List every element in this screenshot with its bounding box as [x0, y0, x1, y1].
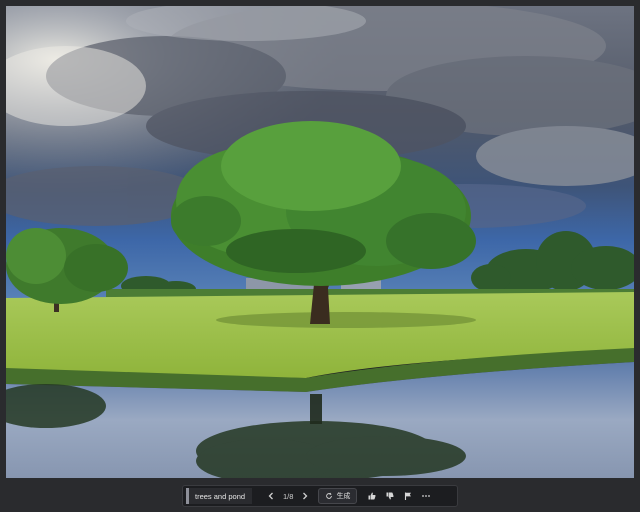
more-button[interactable] [417, 488, 435, 504]
prompt-text: trees and pond [195, 491, 246, 501]
flag-button[interactable] [399, 488, 417, 504]
image-toolbar: trees and pond 1/8 生成 [182, 485, 458, 507]
refresh-icon [326, 492, 333, 499]
like-button[interactable] [363, 488, 381, 504]
thumbs-down-icon [386, 492, 395, 500]
generate-button[interactable]: 生成 [318, 488, 358, 504]
image-viewer [6, 6, 634, 478]
prompt-chip[interactable]: trees and pond [186, 488, 252, 504]
thumbs-up-icon [368, 492, 377, 500]
flag-icon [405, 492, 412, 500]
chevron-right-icon [303, 492, 308, 500]
previous-button[interactable] [262, 488, 280, 504]
next-button[interactable] [296, 488, 314, 504]
generated-image [6, 6, 634, 478]
generate-label: 生成 [336, 493, 351, 500]
more-horizontal-icon [422, 495, 431, 497]
page-indicator: 1/8 [283, 491, 294, 501]
dislike-button[interactable] [381, 488, 399, 504]
chevron-left-icon [268, 492, 273, 500]
